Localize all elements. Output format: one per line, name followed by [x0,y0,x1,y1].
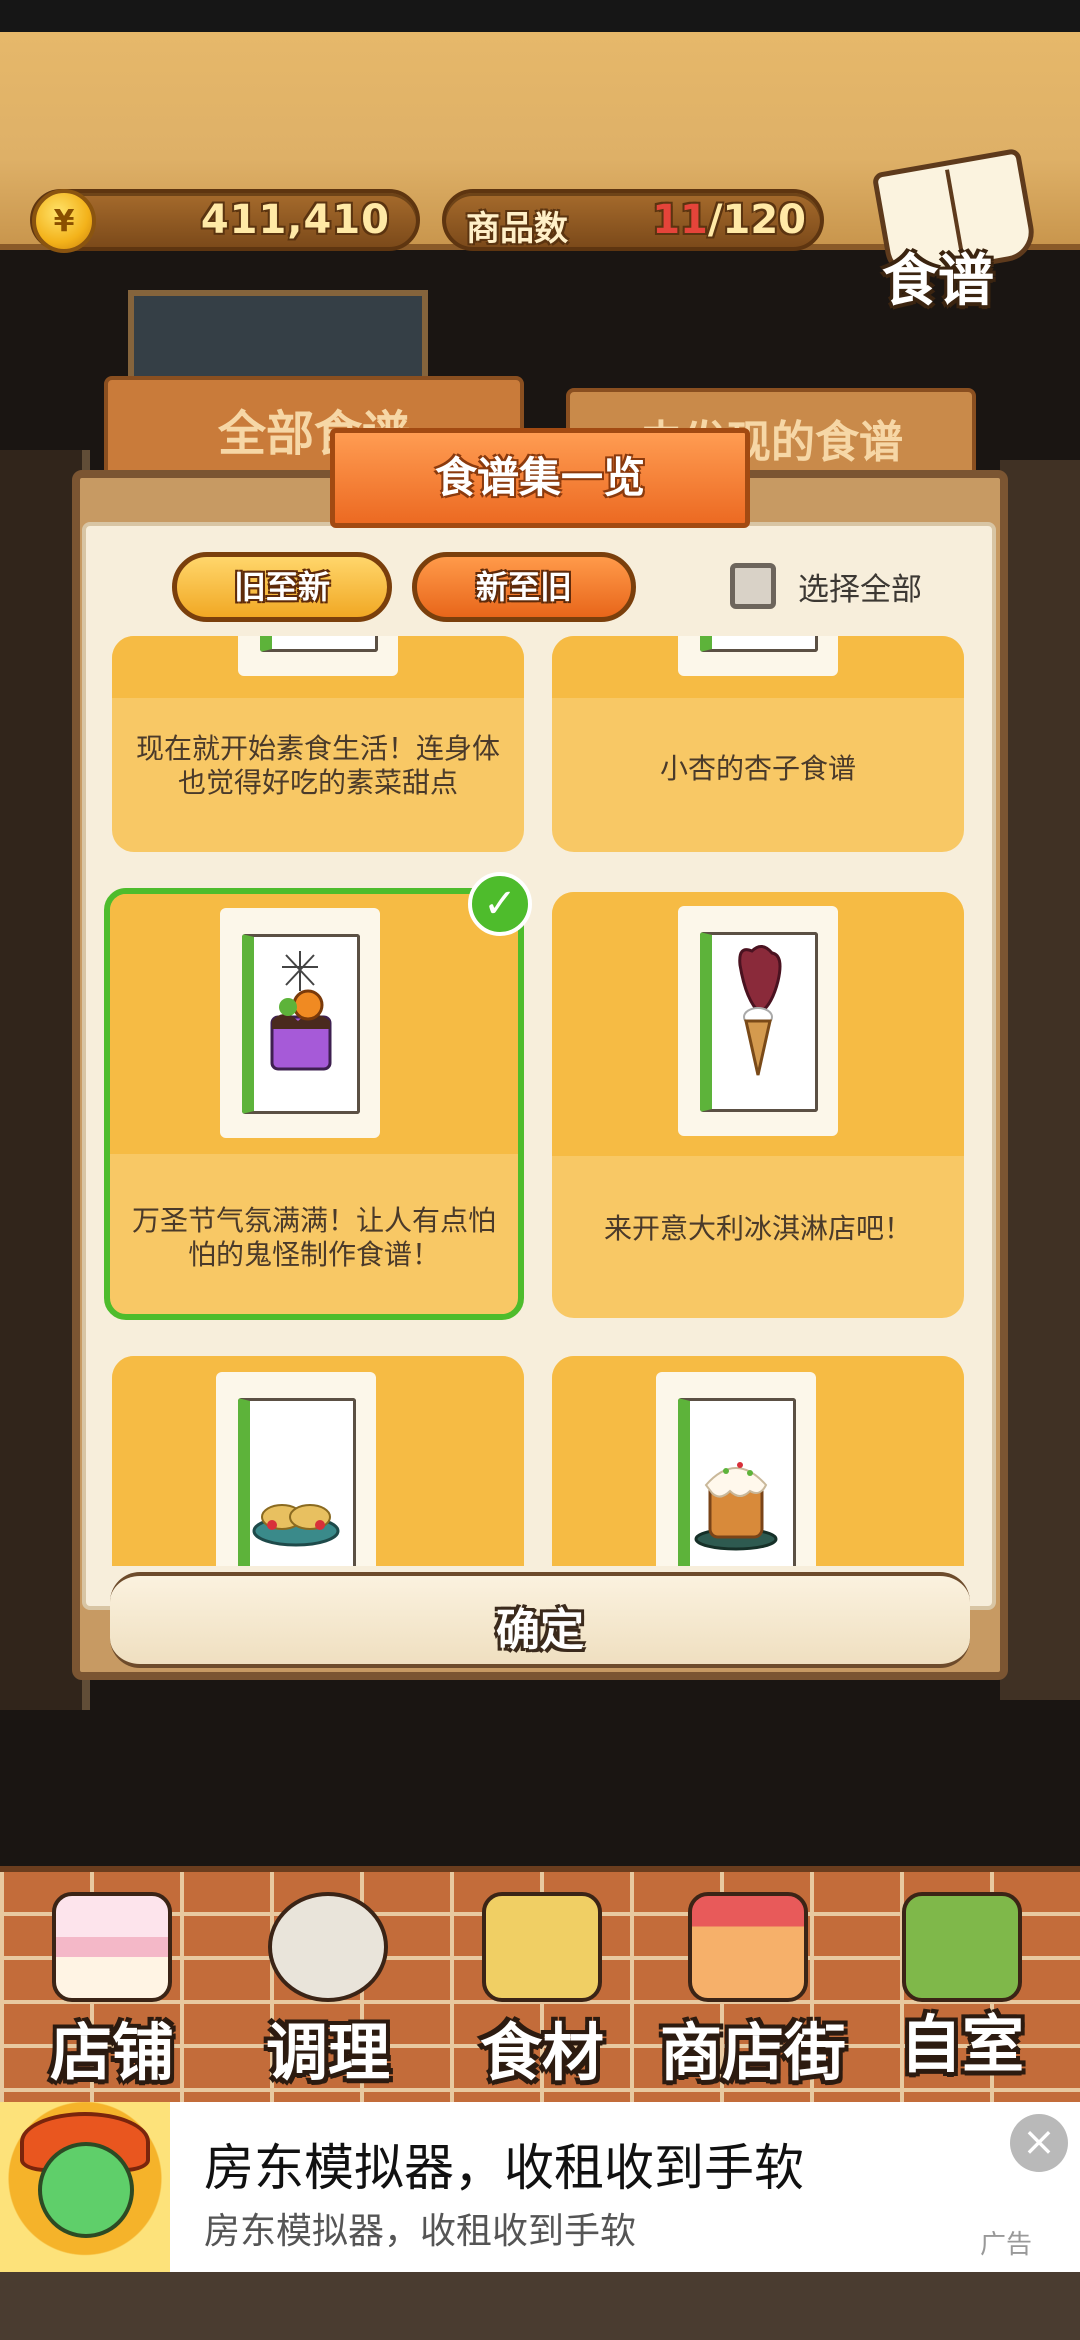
recipe-book-label: 食谱 [882,249,994,314]
storefront-icon [688,1892,808,2002]
recipe-card[interactable] [112,1356,524,1566]
recipe-card[interactable]: 现在就开始素食生活！连身体也觉得好吃的素菜甜点 [112,636,524,852]
recipe-card-selected[interactable]: 万圣节气氛满满！让人有点怕怕的鬼怪制作食谱！ [104,888,524,1320]
nav-label: 调理 [265,2016,390,2089]
recipe-card[interactable]: 来开意大利冰淇淋店吧！ [552,892,964,1318]
select-all-checkbox[interactable] [730,563,776,609]
goods-separator: / [707,197,723,243]
select-all-toggle[interactable]: 选择全部 [730,560,922,612]
recipe-book-thumb [678,636,838,676]
ad-title: 房东模拟器，收租收到手软 [204,2140,804,2196]
staff-only-door-icon [902,1892,1022,2002]
close-icon[interactable]: × [1010,2114,1068,2172]
bottom-nav: 店铺 调理 食材 商店街 自室 [0,1866,1080,2102]
goods-current: 11 [652,197,708,243]
nav-ingredients[interactable]: 食材 [442,1882,642,2102]
recipe-card[interactable]: 小杏的杏子食谱 [552,636,964,852]
panettone-icon [694,1462,778,1551]
nav-label: 自室 [899,2008,1024,2081]
coin-value: 411,410 [200,197,390,243]
confirm-button[interactable]: 确定 [110,1572,970,1668]
nav-shopping-street[interactable]: 商店街 [648,1882,858,2102]
bottom-strip [0,2272,1080,2340]
status-bar [0,0,1080,32]
sort-new-to-old-button[interactable]: 新至旧 [412,552,636,622]
recipe-book-thumb [238,636,398,676]
recipe-book-thumb [656,1372,816,1566]
cake-shop-icon [52,1892,172,2002]
goods-label: 商品数 [466,209,568,249]
nav-my-room[interactable]: 自室 [862,1882,1062,2102]
select-all-label: 选择全部 [798,571,922,607]
ad-banner[interactable]: 房东模拟器，收租收到手软 房东模拟器，收租收到手软 × 广告 [0,2102,1080,2272]
flour-sack-icon [482,1892,602,2002]
tart-plate-icon [252,1504,340,1547]
goods-counter: 商品数 11/120 [442,189,824,251]
nav-label: 食材 [479,2016,604,2089]
recipe-book-thumb [678,906,838,1136]
nav-cooking[interactable]: 调理 [228,1882,428,2102]
recipe-caption: 来开意大利冰淇淋店吧！ [603,1212,912,1245]
confirm-label: 确定 [496,1605,584,1656]
ad-tag: 广告 [980,2229,1033,2259]
selected-check-icon: ✓ [468,872,532,936]
goods-count: 11/120 [652,197,806,243]
backdrop-card [128,290,428,390]
recipe-caption: 小杏的杏子食谱 [659,752,856,785]
whisk-bowl-icon [268,1892,388,2002]
goods-max: 120 [722,197,807,243]
recipe-card[interactable] [552,1356,964,1566]
backdrop-right-edge [1000,460,1080,1700]
coin-counter: ¥ 411,410 [30,189,420,253]
nav-label: 店铺 [49,2016,174,2089]
recipe-caption: 万圣节气氛满满！让人有点怕怕的鬼怪制作食谱！ [131,1204,496,1271]
coin-icon: ¥ [32,189,96,253]
recipe-book-button[interactable]: 食谱 [860,147,1060,320]
recipe-book-thumb [216,1372,376,1566]
nav-shop[interactable]: 店铺 [12,1882,212,2102]
ad-character-icon [0,2102,170,2272]
halloween-cake-icon [270,951,332,1071]
recipe-caption: 现在就开始素食生活！连身体也觉得好吃的素菜甜点 [135,732,500,799]
recipe-book-thumb [220,908,380,1138]
nav-label: 商店街 [659,2016,846,2089]
panel-title: 食谱集一览 [330,428,750,528]
ad-subtitle: 房东模拟器，收租收到手软 [204,2210,637,2251]
recipe-grid[interactable]: 现在就开始素食生活！连身体也觉得好吃的素菜甜点 小杏的杏子食谱 万圣节气氛满满！… [100,636,980,1566]
sort-old-to-new-button[interactable]: 旧至新 [172,552,392,622]
gelato-cone-icon [738,945,782,1076]
